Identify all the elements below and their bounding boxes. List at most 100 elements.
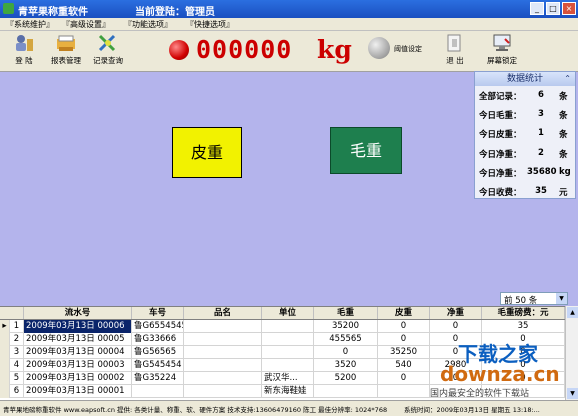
cell-serial[interactable]: 2009年03月13日 00002 bbox=[24, 372, 132, 385]
cell-serial[interactable]: 2009年03月13日 00005 bbox=[24, 333, 132, 346]
cell-product[interactable] bbox=[184, 385, 262, 398]
exit-label: 退 出 bbox=[446, 56, 464, 65]
cell-plate[interactable]: 鲁G35224 bbox=[132, 372, 184, 385]
menu-shortcut-options[interactable]: 『快捷选项』 bbox=[186, 19, 234, 30]
stat-row-today-gross: 今日毛重： 3 条 bbox=[475, 105, 575, 124]
collapse-icon[interactable]: ⌃ bbox=[564, 72, 571, 86]
cell-idx[interactable]: 6 bbox=[10, 385, 24, 398]
cell-plate[interactable]: 鲁G33666 bbox=[132, 333, 184, 346]
cell-product[interactable] bbox=[184, 372, 262, 385]
cell-marker[interactable] bbox=[0, 372, 10, 385]
menu-system-maintenance[interactable]: 『系统维护』 bbox=[6, 19, 54, 30]
cell-tare[interactable]: 0 bbox=[378, 320, 430, 333]
stat-unit: 条 bbox=[559, 92, 568, 102]
cell-marker[interactable] bbox=[0, 385, 10, 398]
cell-gross[interactable]: 3520 bbox=[314, 359, 378, 372]
stat-label: 今日收费： bbox=[479, 187, 522, 198]
status-info: 青苹果地磅称重软件 www.eapsoft.cn 提供: 各类计量、称重、软、硬… bbox=[3, 406, 388, 414]
stat-row-today-tare: 今日皮重： 1 条 bbox=[475, 124, 575, 143]
column-header-plate[interactable]: 车号 bbox=[132, 307, 184, 319]
exit-button[interactable]: 退 出 bbox=[435, 33, 475, 66]
cell-unit[interactable] bbox=[262, 333, 314, 346]
stat-row-total-records: 全部记录： 6 条 bbox=[475, 86, 575, 105]
cell-unit[interactable]: 新东海鞋娃 bbox=[262, 385, 314, 398]
maximize-button[interactable]: □ bbox=[546, 2, 560, 15]
cell-marker[interactable] bbox=[0, 333, 10, 346]
cell-gross[interactable]: 0 bbox=[314, 346, 378, 359]
scroll-up-icon[interactable]: ▲ bbox=[567, 307, 578, 318]
cell-unit[interactable] bbox=[262, 359, 314, 372]
menu-advanced-settings[interactable]: 『高级设置』 bbox=[62, 19, 110, 30]
site-watermark: 下载之家 downza.cn 国内最安全的软件下载站 bbox=[420, 338, 570, 399]
stat-label: 今日毛重： bbox=[479, 111, 522, 122]
cell-unit[interactable]: 武汉华... bbox=[262, 372, 314, 385]
column-header-net[interactable]: 净重 bbox=[430, 307, 482, 319]
table-row[interactable]: ▸12009年03月13日 00006鲁G65545454352000035 bbox=[0, 320, 565, 333]
login-label: 登 陆 bbox=[15, 56, 33, 65]
cell-marker[interactable] bbox=[0, 346, 10, 359]
cell-idx[interactable]: 1 bbox=[10, 320, 24, 333]
tare-button[interactable]: 皮重 bbox=[172, 127, 242, 178]
weight-display: 000000 kg bbox=[165, 33, 370, 67]
status-bar: 青苹果地磅称重软件 www.eapsoft.cn 提供: 各类计量、称重、软、硬… bbox=[0, 400, 578, 416]
cell-marker[interactable]: ▸ bbox=[0, 320, 10, 333]
cell-plate[interactable] bbox=[132, 385, 184, 398]
stat-unit: 条 bbox=[559, 130, 568, 141]
report-label: 报表管理 bbox=[51, 56, 81, 65]
cell-product[interactable] bbox=[184, 320, 262, 333]
statistics-header: 数据统计 ⌃ bbox=[475, 72, 575, 86]
title-bar: 青苹果称重软件 当前登陆：管理员 _ □ × bbox=[0, 0, 578, 18]
column-header-unit[interactable]: 单位 bbox=[262, 307, 314, 319]
cell-serial[interactable]: 2009年03月13日 00003 bbox=[24, 359, 132, 372]
cell-gross[interactable]: 35200 bbox=[314, 320, 378, 333]
cell-serial[interactable]: 2009年03月13日 00004 bbox=[24, 346, 132, 359]
cell-serial[interactable]: 2009年03月13日 00006 bbox=[24, 320, 132, 333]
screen-lock-icon bbox=[491, 33, 513, 53]
cell-idx[interactable]: 3 bbox=[10, 346, 24, 359]
cell-gross[interactable]: 455565 bbox=[314, 333, 378, 346]
record-query-button[interactable]: 记录查询 bbox=[88, 33, 128, 66]
cell-product[interactable] bbox=[184, 333, 262, 346]
menu-function-options[interactable]: 『功能选项』 bbox=[124, 19, 172, 30]
stat-row-today-fee: 今日收费： 35 元 bbox=[475, 182, 575, 201]
table-header: 流水号 车号 品名 单位 毛重 皮重 净重 毛重磅费：元 bbox=[0, 307, 565, 320]
minimize-button[interactable]: _ bbox=[530, 2, 544, 15]
close-button[interactable]: × bbox=[562, 2, 576, 15]
cell-fee[interactable]: 35 bbox=[482, 320, 565, 333]
cell-net[interactable]: 0 bbox=[430, 320, 482, 333]
column-header-fee[interactable]: 毛重磅费：元 bbox=[482, 307, 565, 319]
record-limit-value: 前 50 条 bbox=[504, 296, 538, 306]
stat-unit: 条 bbox=[559, 111, 568, 122]
stat-row-today-net-weight: 今日净重： 35680 kg bbox=[475, 163, 575, 182]
cell-serial[interactable]: 2009年03月13日 00001 bbox=[24, 385, 132, 398]
column-header-product[interactable]: 品名 bbox=[184, 307, 262, 319]
report-management-button[interactable]: 报表管理 bbox=[46, 33, 86, 66]
chevron-down-icon[interactable]: ▼ bbox=[556, 293, 567, 304]
screen-lock-button[interactable]: 屏幕锁定 bbox=[482, 33, 522, 66]
column-header-serial[interactable]: 流水号 bbox=[24, 307, 132, 319]
login-button[interactable]: 登 陆 bbox=[4, 33, 44, 66]
cell-unit[interactable] bbox=[262, 320, 314, 333]
cell-idx[interactable]: 2 bbox=[10, 333, 24, 346]
cell-plate[interactable]: 鲁G545454 bbox=[132, 359, 184, 372]
stat-value: 6 bbox=[538, 90, 544, 100]
cell-plate[interactable]: 鲁G65545454 bbox=[132, 320, 184, 333]
cell-gross[interactable] bbox=[314, 385, 378, 398]
cell-idx[interactable]: 5 bbox=[10, 372, 24, 385]
column-header-gross[interactable]: 毛重 bbox=[314, 307, 378, 319]
gross-button[interactable]: 毛重 bbox=[330, 127, 402, 174]
cell-gross[interactable]: 5200 bbox=[314, 372, 378, 385]
column-header-tare[interactable]: 皮重 bbox=[378, 307, 430, 319]
report-icon bbox=[55, 33, 77, 53]
cell-product[interactable] bbox=[184, 346, 262, 359]
cell-product[interactable] bbox=[184, 359, 262, 372]
stat-value: 3 bbox=[538, 109, 544, 120]
cell-unit[interactable] bbox=[262, 346, 314, 359]
cell-marker[interactable] bbox=[0, 359, 10, 372]
system-time: 系统时间：2009年03月13日 星期五 13:18:... bbox=[404, 406, 540, 414]
record-query-label: 记录查询 bbox=[93, 56, 123, 65]
exit-icon bbox=[444, 33, 466, 53]
cell-plate[interactable]: 鲁G56565 bbox=[132, 346, 184, 359]
record-limit-select[interactable]: 前 50 条 ▼ bbox=[500, 292, 568, 306]
cell-idx[interactable]: 4 bbox=[10, 359, 24, 372]
